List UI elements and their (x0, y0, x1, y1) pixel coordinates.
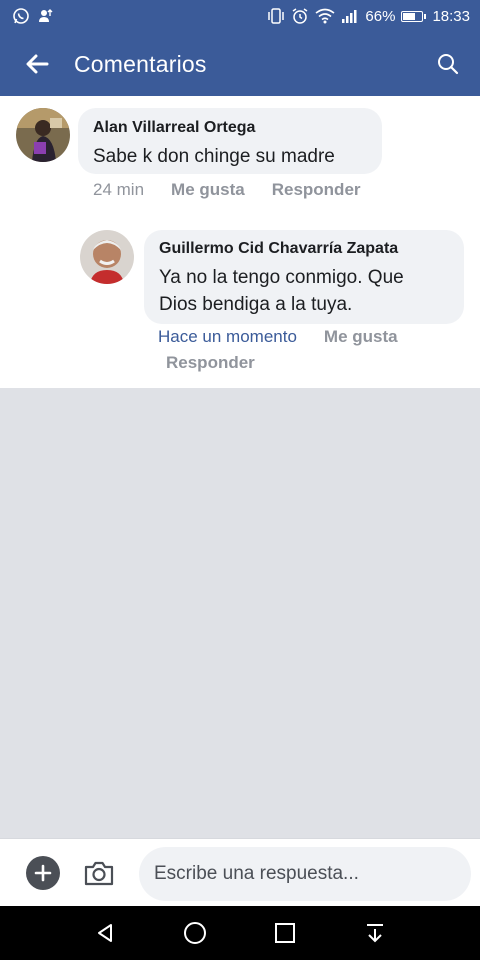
notification-pull-icon (367, 924, 383, 943)
comments-thread: Alan Villarreal Ortega Sabe k don chinge… (0, 96, 480, 388)
comment-text-line: Dios bendiga a la tuya. (159, 294, 353, 315)
camera-button[interactable] (82, 856, 116, 890)
like-button[interactable]: Me gusta (324, 327, 398, 347)
comment-bubble[interactable]: Guillermo Cid Chavarría Zapata Ya no la … (144, 230, 464, 324)
back-button[interactable] (0, 32, 74, 96)
comment-actions: Hace un momento Me gusta Responder (158, 327, 458, 373)
comment-author[interactable]: Guillermo Cid Chavarría Zapata (159, 240, 450, 258)
avatar[interactable] (80, 230, 134, 284)
person-upload-icon (36, 7, 54, 25)
comment-bubble[interactable]: Alan Villarreal Ortega Sabe k don chinge… (78, 108, 382, 174)
whatsapp-icon (12, 7, 30, 25)
comment-text: Sabe k don chinge su madre (93, 146, 335, 167)
app-bar: Comentarios (0, 32, 480, 96)
status-bar: 66% 18:33 (0, 0, 480, 32)
nav-recents-button[interactable] (260, 908, 310, 958)
search-icon (438, 54, 459, 75)
reply-composer (0, 838, 480, 906)
battery-percent: 66% (365, 7, 396, 25)
status-time: 18:33 (432, 7, 470, 25)
comment-time[interactable]: Hace un momento (158, 327, 297, 347)
nav-notifications-button[interactable] (350, 908, 400, 958)
like-button[interactable]: Me gusta (171, 180, 245, 200)
reply-button[interactable]: Responder (166, 353, 255, 373)
add-attachment-button[interactable] (26, 855, 60, 890)
camera-icon (84, 861, 114, 885)
reply-button[interactable]: Responder (272, 180, 361, 200)
avatar[interactable] (16, 108, 70, 162)
alarm-icon (291, 7, 309, 25)
page-title: Comentarios (74, 50, 207, 77)
back-triangle-icon (98, 924, 112, 942)
comment-time[interactable]: 24 min (93, 180, 144, 200)
recents-square-icon (275, 923, 295, 943)
comment-actions: 24 min Me gusta Responder (93, 180, 361, 200)
plus-circle-icon (34, 864, 52, 881)
reply-comment-item: Guillermo Cid Chavarría Zapata Ya no la … (80, 230, 464, 324)
reply-input[interactable] (139, 847, 471, 901)
vibrate-icon (267, 8, 285, 24)
status-right: 66% 18:33 (267, 7, 470, 25)
battery-icon (401, 10, 427, 22)
arrow-left-icon (26, 54, 49, 74)
nav-back-button[interactable] (80, 908, 130, 958)
nav-home-button[interactable] (170, 908, 220, 958)
wifi-icon (315, 8, 335, 24)
battery-fill (403, 12, 415, 20)
comment-text-line: Ya no la tengo conmigo. Que (159, 267, 404, 288)
signal-icon (341, 8, 359, 24)
status-left (12, 7, 54, 25)
home-circle-icon (184, 922, 206, 944)
comment-item: Alan Villarreal Ortega Sabe k don chinge… (16, 108, 382, 174)
search-button[interactable] (416, 32, 480, 96)
system-nav-bar (0, 906, 480, 960)
comment-author[interactable]: Alan Villarreal Ortega (93, 119, 368, 137)
